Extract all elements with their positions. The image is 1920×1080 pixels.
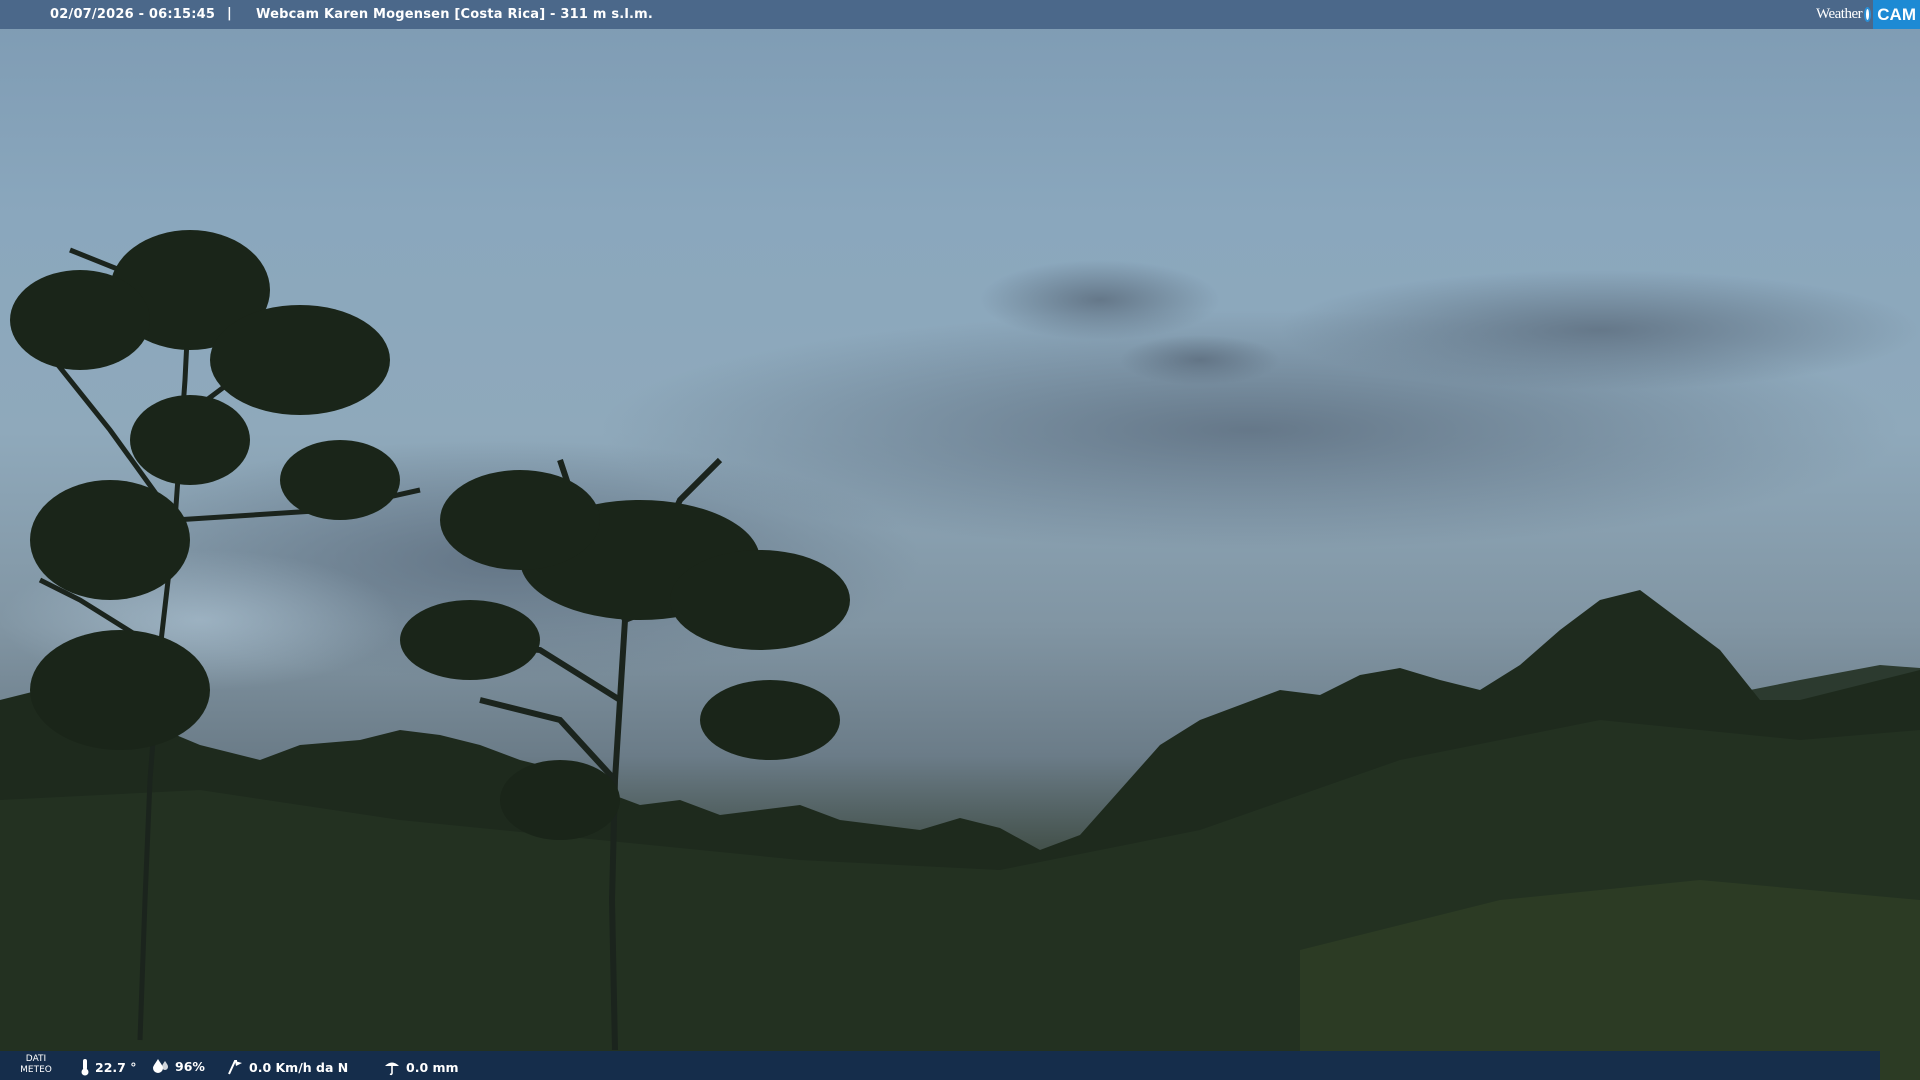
temperature-value: 22.7 ° bbox=[95, 1059, 137, 1075]
meteo-label-line1: DATI bbox=[25, 1054, 47, 1064]
rain-icon bbox=[385, 1062, 399, 1076]
wind-icon bbox=[228, 1060, 242, 1075]
timestamp: 02/07/2026 - 06:15:45 bbox=[50, 7, 216, 22]
rain-item: 0.0 mm bbox=[383, 1058, 459, 1076]
separator: | bbox=[227, 6, 232, 21]
wind-value: 0.0 Km/h da N bbox=[249, 1059, 349, 1075]
cloud-small bbox=[980, 260, 1220, 340]
top-info-bar: 02/07/2026 - 06:15:45 | Webcam Karen Mog… bbox=[0, 0, 1920, 29]
logo-cam-text: CAM bbox=[1873, 0, 1920, 29]
wind-item: 0.0 Km/h da N bbox=[226, 1058, 348, 1076]
cloud-small bbox=[1120, 335, 1280, 385]
meteo-bar: DATI METEO 22.7 ° 96% 0.0 Km/h da N 0.0 … bbox=[0, 1051, 1880, 1080]
logo-dot-icon bbox=[1864, 7, 1872, 22]
webcam-title: Webcam Karen Mogensen [Costa Rica] - 311… bbox=[256, 7, 654, 22]
temperature-item: 22.7 ° bbox=[80, 1058, 136, 1076]
weathercam-logo[interactable]: Weather CAM bbox=[1816, 0, 1920, 29]
meteo-label-line2: METEO bbox=[20, 1065, 52, 1075]
humidity-item: 96% bbox=[152, 1058, 205, 1074]
logo-weather-text: Weather bbox=[1816, 6, 1863, 22]
webcam-image bbox=[0, 0, 1920, 1080]
meteo-label: DATI METEO bbox=[16, 1054, 56, 1076]
rain-value: 0.0 mm bbox=[406, 1059, 459, 1075]
humidity-icon bbox=[153, 1059, 168, 1073]
cloud-streak bbox=[1280, 270, 1920, 390]
landscape-scene bbox=[0, 230, 1920, 1080]
thermometer-icon bbox=[81, 1059, 89, 1076]
humidity-value: 96% bbox=[175, 1058, 205, 1074]
